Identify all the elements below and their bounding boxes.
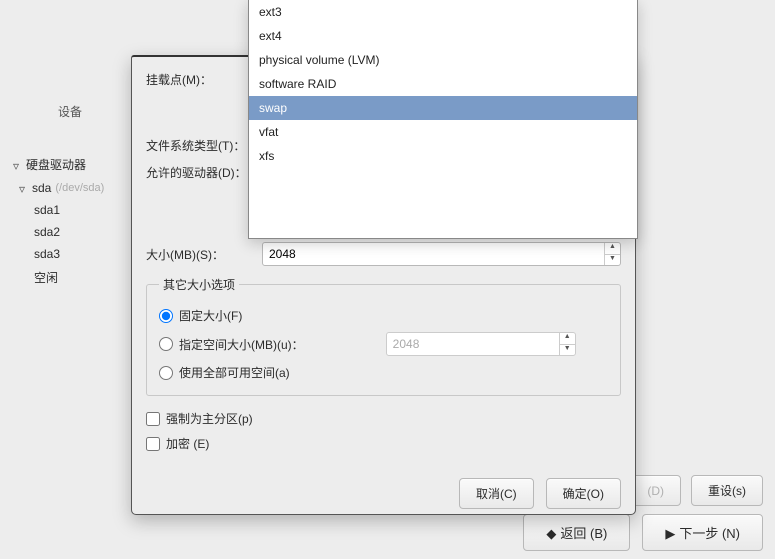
radio-fillmax-label: 使用全部可用空间(a) (179, 364, 290, 381)
size-options-legend: 其它大小选项 (159, 276, 239, 293)
size-input[interactable] (263, 243, 604, 265)
arrow-left-icon: ◆ (546, 526, 556, 541)
back-label: 返回 (B) (560, 526, 607, 541)
spin-up-icon: ▲ (560, 333, 575, 345)
fstype-dropdown[interactable]: ext3 ext4 physical volume (LVM) software… (248, 0, 638, 239)
tree-label: sda3 (34, 247, 60, 261)
spin-up-icon[interactable]: ▲ (605, 243, 620, 255)
radio-fixed-input[interactable] (159, 309, 173, 323)
dropdown-item-ext3[interactable]: ext3 (249, 0, 637, 24)
check-primary-label: 强制为主分区(p) (166, 410, 253, 427)
reset-button[interactable]: 重设(s) (691, 475, 763, 506)
next-label: 下一步 (N) (679, 526, 740, 541)
check-encrypt[interactable]: 加密 (E) (146, 431, 621, 456)
tree-label: sda1 (34, 203, 60, 217)
size-options-group: 其它大小选项 固定大小(F) 指定空间大小(MB)(u)： ▲ ▼ (146, 276, 621, 396)
tree-label: sda (32, 181, 51, 195)
fstype-label: 文件系统类型(T)： (146, 137, 262, 154)
tree-label: sda2 (34, 225, 60, 239)
dropdown-item-swap[interactable]: swap (249, 96, 637, 120)
ok-button[interactable]: 确定(O) (546, 478, 621, 509)
dropdown-item-ext4[interactable]: ext4 (249, 24, 637, 48)
dropdown-item-raid[interactable]: software RAID (249, 72, 637, 96)
tree-devpath: (/dev/sda) (55, 182, 104, 194)
radio-fillmax-input[interactable] (159, 366, 173, 380)
dropdown-item-xfs[interactable]: xfs (249, 144, 637, 168)
dropdown-item-pv[interactable]: physical volume (LVM) (249, 48, 637, 72)
check-primary-input[interactable] (146, 412, 160, 426)
arrow-right-icon: ▶ (665, 526, 675, 541)
cancel-button[interactable]: 取消(C) (459, 478, 534, 509)
dropdown-item-vfat[interactable]: vfat (249, 120, 637, 144)
mount-point-label: 挂载点(M)： (146, 71, 262, 88)
next-button[interactable]: ▶ 下一步 (N) (642, 514, 763, 551)
radio-fillmax[interactable]: 使用全部可用空间(a) (159, 360, 608, 385)
size-label: 大小(MB)(S)： (146, 246, 262, 263)
fillto-input (387, 333, 559, 355)
caret-down-icon: ▿ (16, 182, 28, 194)
delete-button: (D) (630, 475, 681, 506)
fillto-spin: ▲ ▼ (386, 332, 576, 356)
size-spin[interactable]: ▲ ▼ (262, 242, 621, 266)
allowed-drives-label: 允许的驱动器(D)： (146, 164, 262, 181)
radio-fillto-input[interactable] (159, 337, 173, 351)
radio-fillto-row: 指定空间大小(MB)(u)： ▲ ▼ (159, 328, 608, 360)
radio-fixed-label: 固定大小(F) (179, 307, 242, 324)
check-encrypt-input[interactable] (146, 437, 160, 451)
caret-down-icon: ▿ (10, 159, 22, 171)
spin-down-icon[interactable]: ▼ (605, 255, 620, 266)
radio-fillto-label: 指定空间大小(MB)(u)： (179, 336, 304, 353)
tree-label: 硬盘驱动器 (26, 156, 86, 173)
radio-fixed[interactable]: 固定大小(F) (159, 303, 608, 328)
check-encrypt-label: 加密 (E) (166, 435, 209, 452)
tree-label: 空闲 (34, 269, 58, 286)
check-primary[interactable]: 强制为主分区(p) (146, 406, 621, 431)
spin-down-icon: ▼ (560, 345, 575, 356)
